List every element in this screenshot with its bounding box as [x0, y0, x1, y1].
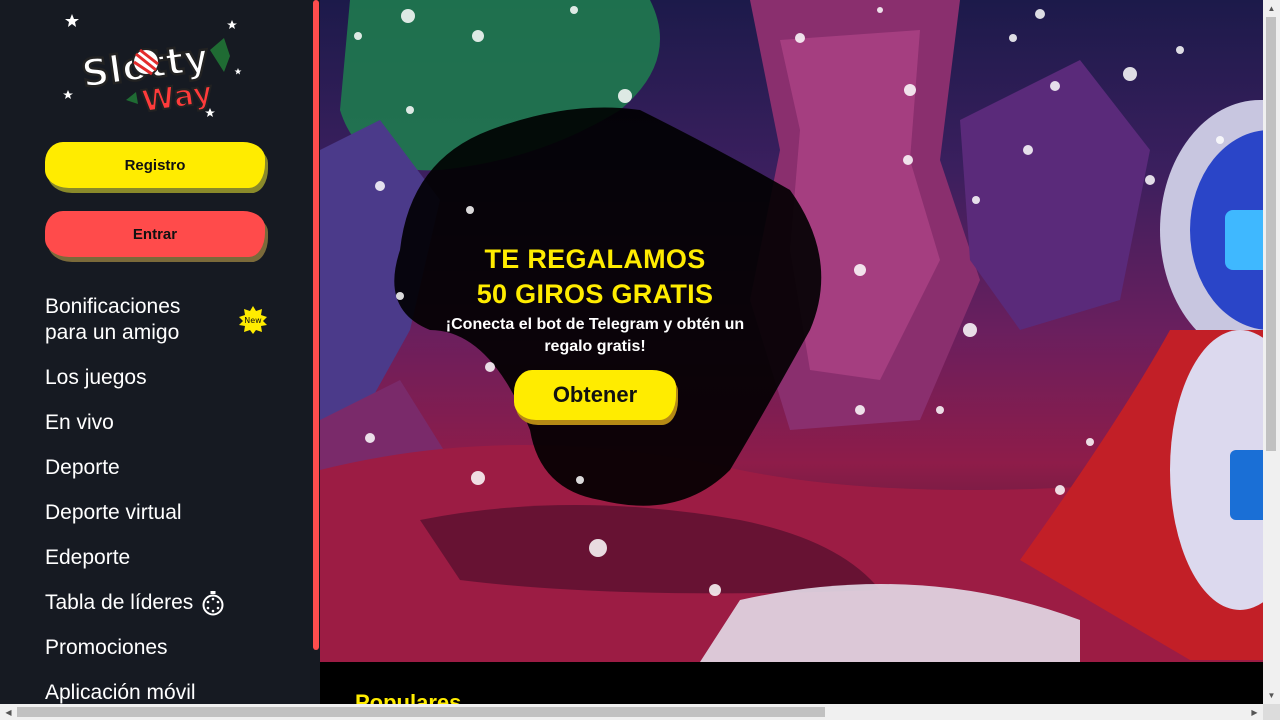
sidebar-scrollbar[interactable] — [312, 0, 320, 704]
scrollbar-corner — [1263, 704, 1280, 720]
register-button[interactable]: Registro — [45, 142, 265, 188]
stopwatch-icon — [202, 591, 224, 616]
page-horizontal-scrollbar-thumb[interactable] — [17, 707, 825, 717]
promo-headline-1: TE REGALAMOS — [484, 244, 706, 274]
nav-item-label: Deporte — [45, 456, 120, 479]
page-vertical-scrollbar[interactable]: ▲ ▼ — [1263, 0, 1280, 704]
sidebar-scrollbar-thumb[interactable] — [313, 0, 319, 650]
nav-item-mobile-app[interactable]: Aplicación móvil — [45, 680, 275, 704]
nav-item-label: Aplicación móvil — [45, 681, 196, 704]
nav-item-bonus-friend[interactable]: Bonificaciones para un amigo New — [45, 294, 275, 346]
nav-item-leaderboard[interactable]: Tabla de líderes — [45, 590, 275, 616]
scroll-right-arrow-icon[interactable]: ▶ — [1246, 704, 1263, 720]
nav-item-promotions[interactable]: Promociones — [45, 635, 275, 661]
nav-item-label: En vivo — [45, 411, 114, 434]
login-button[interactable]: Entrar — [45, 211, 265, 257]
promo-banner[interactable]: TE REGALAMOS 50 GIROS GRATIS ¡Conecta el… — [320, 0, 1263, 662]
page-horizontal-scrollbar[interactable]: ◀ ▶ — [0, 704, 1263, 720]
nav-item-label: Bonificaciones para un amigo — [45, 295, 181, 344]
promo-text: TE REGALAMOS 50 GIROS GRATIS ¡Conecta el… — [420, 242, 770, 358]
nav-item-label: Los juegos — [45, 366, 147, 389]
scroll-left-arrow-icon[interactable]: ◀ — [0, 704, 17, 720]
new-badge-text: New — [244, 316, 262, 325]
new-badge-icon: New — [239, 306, 267, 334]
page-vertical-scrollbar-thumb[interactable] — [1266, 17, 1276, 451]
slottyway-logo[interactable]: Slotty Way — [60, 10, 250, 122]
nav-item-label: Deporte virtual — [45, 501, 182, 524]
promo-subtitle: ¡Conecta el bot de Telegram y obtén un r… — [445, 316, 745, 355]
main-nav: Bonificaciones para un amigo New Los jue… — [45, 294, 275, 704]
nav-item-esport[interactable]: Edeporte — [45, 545, 275, 571]
nav-item-sport[interactable]: Deporte — [45, 455, 275, 481]
nav-item-virtual-sport[interactable]: Deporte virtual — [45, 500, 275, 526]
nav-item-label: Tabla de líderes — [45, 591, 194, 614]
scroll-up-arrow-icon[interactable]: ▲ — [1263, 0, 1280, 17]
obtain-button[interactable]: Obtener — [514, 370, 676, 420]
nav-item-label: Edeporte — [45, 546, 131, 569]
promo-headline-2: 50 GIROS GRATIS — [476, 279, 714, 309]
nav-item-games[interactable]: Los juegos — [45, 365, 275, 391]
sidebar: Slotty Way Registro Entrar Bonificacione… — [0, 0, 312, 704]
scroll-down-arrow-icon[interactable]: ▼ — [1263, 687, 1280, 704]
nav-item-live[interactable]: En vivo — [45, 410, 275, 436]
nav-item-label: Promociones — [45, 636, 168, 659]
